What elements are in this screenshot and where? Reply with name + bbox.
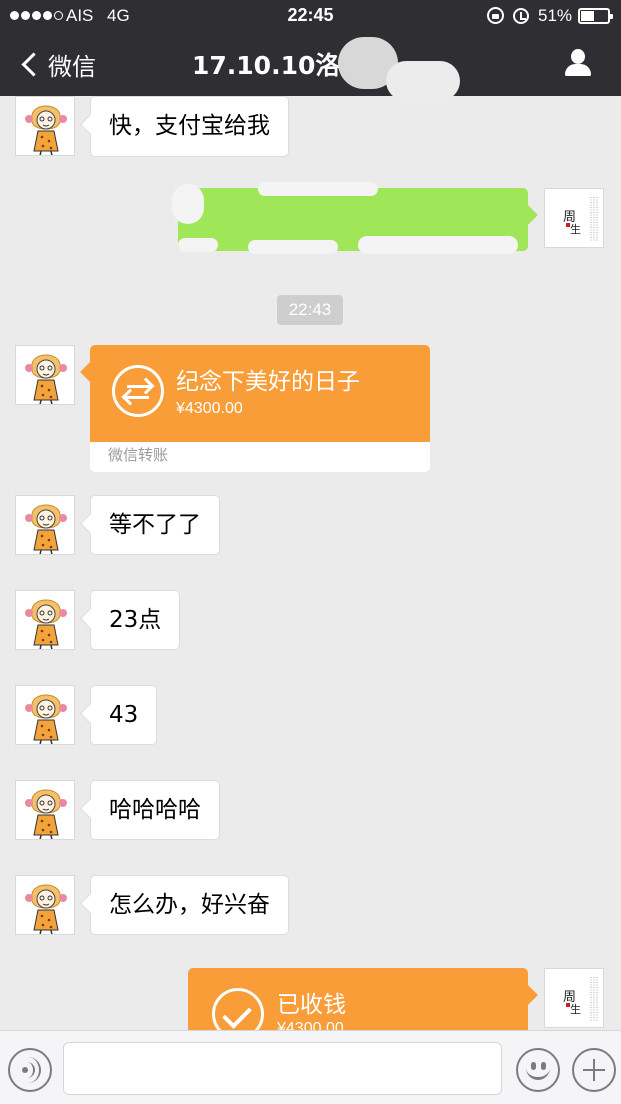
svg-text:生: 生 (570, 222, 581, 236)
message-text: 43 (109, 702, 139, 728)
transfer-label: 微信转账 (90, 442, 430, 472)
message-list[interactable]: 快，支付宝给我 周 生 22:43 纪念下美好的日子 ¥4300.00 微信转账… (0, 96, 621, 1030)
back-label: 微信 (48, 52, 96, 81)
contact-avatar[interactable] (15, 780, 75, 840)
input-bar (0, 1030, 621, 1104)
back-button[interactable]: 微信 (16, 47, 96, 81)
message-text: 23点 (109, 607, 162, 633)
contact-avatar[interactable] (15, 96, 75, 156)
my-avatar[interactable]: 周 生 (544, 188, 604, 248)
message-bubble[interactable]: 43 (90, 685, 158, 745)
rotation-lock-icon (487, 7, 504, 24)
emoji-button[interactable] (516, 1048, 560, 1092)
sent-message-bubble[interactable] (172, 182, 528, 254)
message-bubble[interactable]: 23点 (90, 590, 181, 650)
contact-avatar[interactable] (15, 495, 75, 555)
message-input[interactable] (63, 1042, 502, 1095)
message-text: 怎么办，好兴奋 (109, 892, 270, 918)
alarm-icon (513, 8, 529, 24)
message-text: 哈哈哈哈 (109, 797, 201, 823)
contact-avatar[interactable] (15, 875, 75, 935)
person-icon (571, 49, 585, 64)
message-text: 等不了了 (109, 512, 201, 538)
transfer-amount: ¥4300.00 (176, 400, 243, 417)
status-bar: AIS 4G 22:45 51% (0, 0, 621, 32)
transfer-card[interactable]: 纪念下美好的日子 ¥4300.00 微信转账 (90, 345, 430, 472)
checkmark-icon (212, 988, 264, 1030)
message-bubble[interactable]: 怎么办，好兴奋 (90, 875, 289, 935)
contact-avatar[interactable] (15, 685, 75, 745)
svg-text:生: 生 (570, 1002, 581, 1016)
received-amount: ¥4300.00 (277, 1020, 344, 1030)
battery-percentage: 51% (538, 6, 573, 25)
redacted-title-blur (338, 37, 460, 101)
more-button[interactable] (572, 1048, 616, 1092)
contact-avatar[interactable] (15, 345, 75, 405)
voice-button[interactable] (8, 1048, 52, 1092)
message-bubble[interactable]: 等不了了 (90, 495, 220, 555)
transfer-received-card[interactable]: 已收钱 ¥4300.00 (188, 968, 528, 1030)
transfer-title: 纪念下美好的日子 (176, 369, 360, 395)
chevron-left-icon (21, 51, 46, 77)
time-divider: 22:43 (277, 295, 343, 325)
my-avatar[interactable]: 周 生 (544, 968, 604, 1028)
contact-avatar[interactable] (15, 590, 75, 650)
message-bubble[interactable]: 哈哈哈哈 (90, 780, 220, 840)
message-text: 快，支付宝给我 (109, 113, 270, 139)
message-bubble[interactable]: 快，支付宝给我 (90, 96, 289, 157)
chat-info-button[interactable] (562, 47, 594, 79)
top-bar: AIS 4G 22:45 51% 微信 17.10.10洛阳 (0, 0, 621, 101)
nav-bar: 微信 17.10.10洛阳 (0, 32, 621, 101)
battery-icon (578, 8, 613, 24)
transfer-arrows-icon (112, 365, 164, 417)
received-title: 已收钱 (277, 992, 346, 1018)
